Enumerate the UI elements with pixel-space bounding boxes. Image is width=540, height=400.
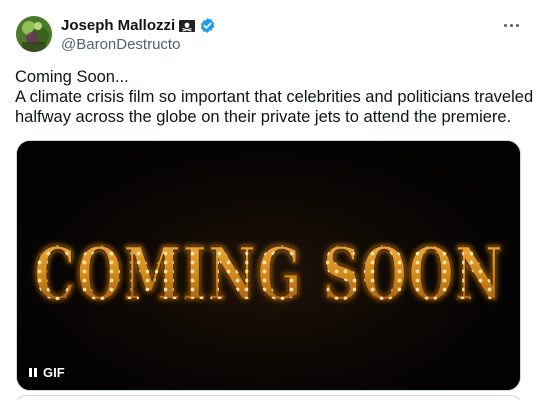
tweet-text: Coming Soon... A climate crisis film so … (15, 67, 534, 127)
marquee-graphic: COMING SOON COMING SOON (33, 230, 504, 317)
display-name[interactable]: Joseph Mallozzi (61, 17, 175, 34)
tweet-text-line: Coming Soon... (15, 68, 129, 86)
tweet-text-line: halfway across the globe on their privat… (15, 108, 512, 126)
more-options-icon (503, 23, 507, 27)
avatar[interactable] (16, 16, 52, 52)
pirate-flag-icon (179, 19, 196, 32)
tweet: Joseph Mallozzi @BaronDestructo Coming S… (0, 0, 540, 400)
verified-badge-icon (199, 17, 216, 34)
name-row: Joseph Mallozzi (61, 15, 216, 35)
more-dot (515, 23, 519, 27)
tweet-text-line: A climate crisis film so important that … (15, 88, 534, 106)
next-card-edge (16, 395, 521, 400)
more-dot (509, 23, 513, 27)
gif-media[interactable]: COMING SOON COMING SOON GIF (16, 140, 521, 391)
pause-icon (29, 368, 37, 377)
marquee-bulbs: COMING SOON (34, 231, 504, 316)
more-options-button[interactable] (500, 16, 522, 34)
handle[interactable]: @BaronDestructo (61, 36, 216, 53)
author-block: Joseph Mallozzi @BaronDestructo (61, 15, 216, 53)
gif-label: GIF (43, 365, 65, 380)
gif-play-toggle[interactable]: GIF (29, 365, 65, 380)
